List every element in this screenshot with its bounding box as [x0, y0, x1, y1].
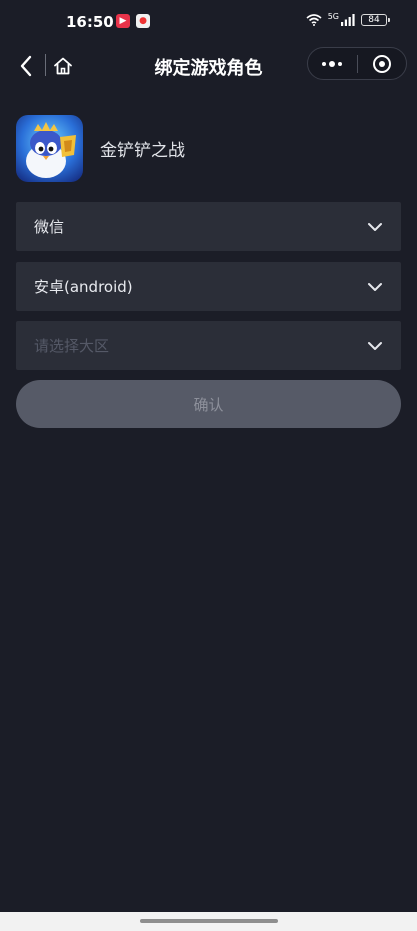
game-logo-icon	[16, 114, 83, 182]
more-icon	[322, 60, 343, 67]
os-select[interactable]: 安卓(android)	[16, 262, 401, 311]
map-app-icon: ●	[136, 14, 150, 28]
chevron-down-icon	[368, 283, 382, 291]
battery-icon: 84	[361, 14, 390, 26]
platform-select[interactable]: 微信	[16, 202, 401, 251]
home-indicator[interactable]	[140, 919, 278, 923]
status-app-icons: ▶ ●	[116, 14, 150, 28]
status-time: 16:50	[66, 13, 114, 31]
region-select[interactable]: 请选择大区	[16, 321, 401, 370]
video-app-icon: ▶	[116, 14, 130, 28]
status-bar: 16:50 ▶ ● 5G 84	[0, 0, 417, 44]
platform-select-value: 微信	[34, 218, 65, 236]
more-button[interactable]	[308, 48, 357, 79]
network-label: 5G	[327, 11, 339, 21]
mini-program-capsule	[307, 47, 407, 80]
close-target-icon	[372, 54, 391, 73]
status-indicators: 5G 84	[306, 11, 390, 26]
wifi-icon	[306, 14, 322, 26]
battery-level: 84	[368, 15, 380, 25]
signal-icon	[341, 14, 355, 26]
close-button[interactable]	[357, 48, 406, 79]
os-select-value: 安卓(android)	[34, 278, 133, 296]
chevron-down-icon	[368, 223, 382, 231]
region-select-placeholder: 请选择大区	[34, 337, 110, 355]
game-info: 金铲铲之战	[16, 114, 185, 182]
confirm-button[interactable]: 确认	[16, 380, 401, 428]
nav-bar: 绑定游戏角色	[0, 44, 417, 88]
system-nav-bar	[0, 912, 417, 931]
game-name: 金铲铲之战	[100, 140, 185, 161]
chevron-down-icon	[368, 342, 382, 350]
